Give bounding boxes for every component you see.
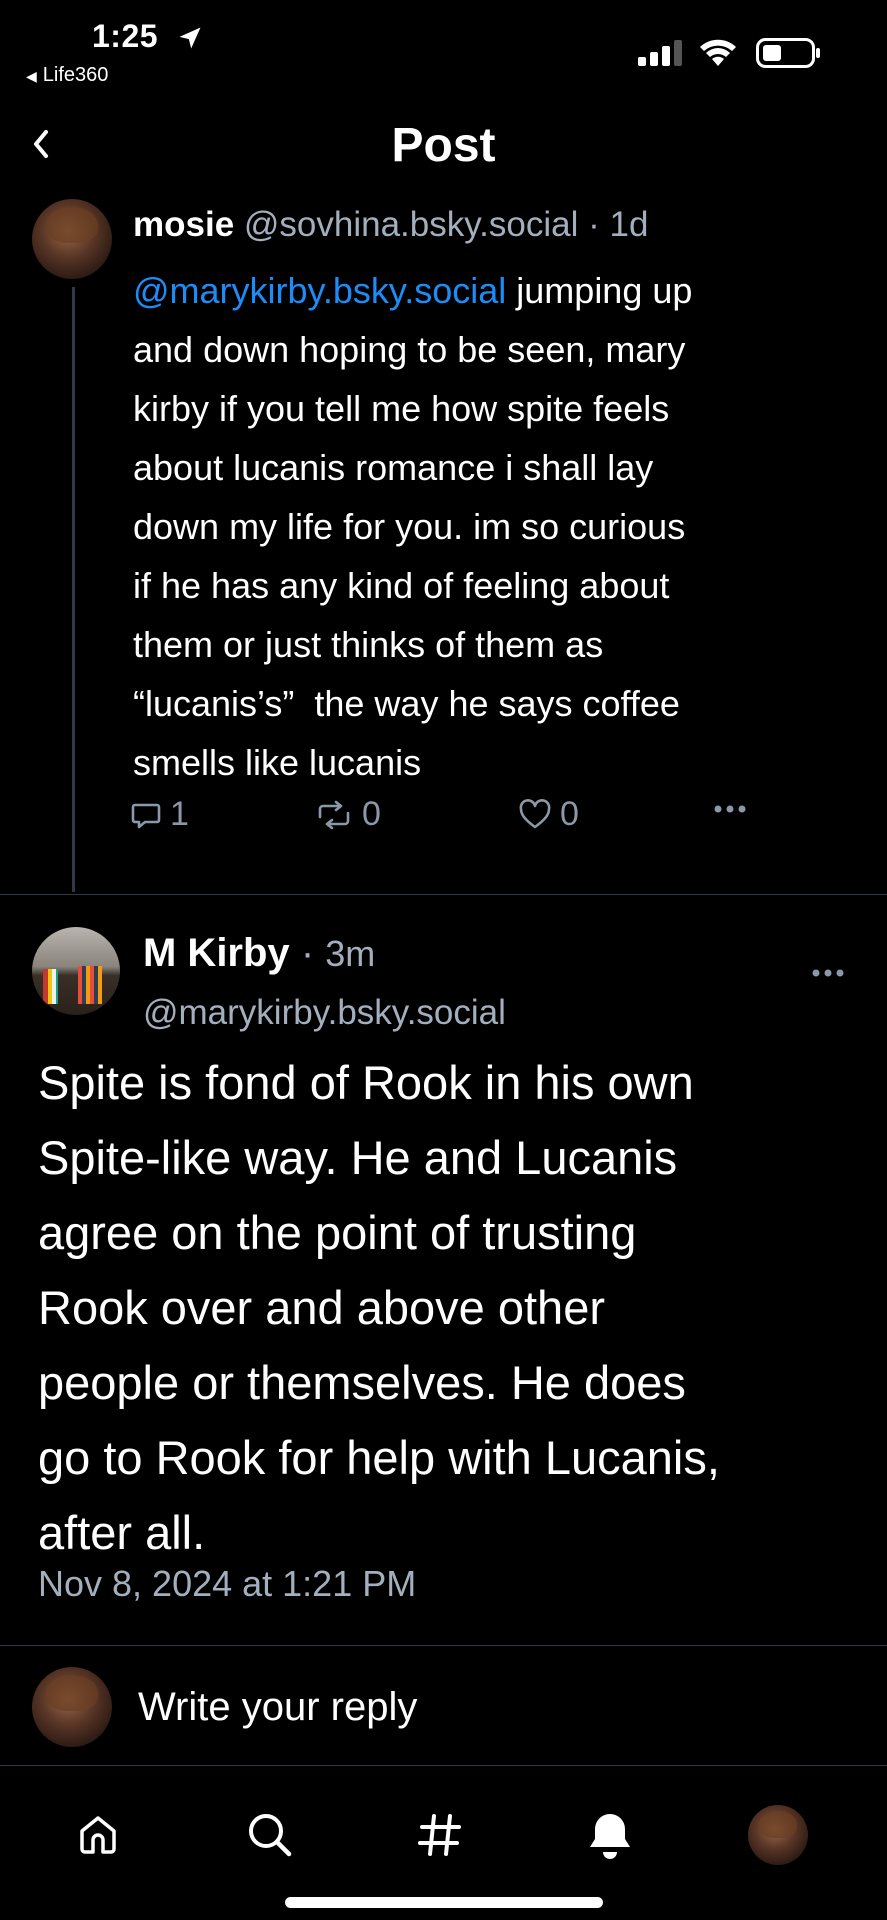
- meta-separator: ·: [588, 205, 600, 244]
- author-display-name[interactable]: M Kirby: [143, 931, 290, 975]
- post-age: 3m: [325, 933, 376, 974]
- reply-button[interactable]: 1: [130, 795, 189, 834]
- like-button[interactable]: 0: [518, 795, 579, 834]
- wifi-icon: [700, 39, 736, 66]
- post-text-line: jumping up: [506, 270, 693, 311]
- post-text-line: Spite-like way. He and Lucanis: [38, 1131, 678, 1184]
- repost-icon: [318, 800, 350, 829]
- author-display-name[interactable]: mosie: [133, 205, 234, 244]
- post-text: @marykirby.bsky.social jumping up and do…: [133, 261, 853, 792]
- profile-avatar: [748, 1805, 808, 1865]
- avatar[interactable]: [32, 927, 120, 1015]
- hashtag-icon: [418, 1814, 461, 1856]
- post-text-line: after all.: [38, 1506, 206, 1559]
- search-icon: [249, 1814, 292, 1857]
- post-text-line: Rook over and above other: [38, 1281, 605, 1334]
- avatar[interactable]: [32, 199, 112, 279]
- home-icon: [80, 1816, 116, 1854]
- page-title: Post: [391, 119, 496, 172]
- reply-icon: [131, 803, 161, 828]
- post-text-line: down my life for you. im so curious: [133, 506, 686, 547]
- post-text-line: agree on the point of trusting: [38, 1206, 637, 1259]
- meta-separator: ·: [300, 931, 315, 975]
- post-text-line: about lucanis romance i shall lay: [133, 447, 654, 488]
- like-count: 0: [560, 795, 579, 833]
- post-text-line: Spite is fond of Rook in his own: [38, 1056, 694, 1109]
- post-text-line: if he has any kind of feeling about: [133, 565, 670, 606]
- notifications-icon: [590, 1814, 630, 1859]
- post-text-line: people or themselves. He does: [38, 1356, 686, 1409]
- post-timestamp: Nov 8, 2024 at 1:21 PM: [38, 1563, 417, 1604]
- more-options-button[interactable]: [710, 789, 758, 829]
- heart-icon: [519, 798, 551, 828]
- parent-post[interactable]: mosie @sovhina.bsky.social · 1d @marykir…: [0, 195, 887, 895]
- nav-home[interactable]: [68, 1805, 128, 1865]
- battery-icon: [756, 38, 820, 68]
- post-author[interactable]: M Kirby · 3m: [143, 931, 375, 976]
- post-text-line: go to Rook for help with Lucanis,: [38, 1431, 720, 1484]
- location-arrow-icon: [179, 27, 201, 49]
- avatar: [32, 1667, 112, 1747]
- author-handle[interactable]: @sovhina.bsky.social: [244, 205, 578, 244]
- thread-line: [72, 287, 75, 892]
- nav-profile[interactable]: [748, 1805, 808, 1865]
- main-post: M Kirby · 3m @marykirby.bsky.social Spit…: [0, 895, 887, 1645]
- more-options-icon[interactable]: [808, 953, 848, 993]
- post-text-line: “lucanis’s” the way he says coffee: [133, 683, 680, 724]
- repost-button[interactable]: 0: [314, 795, 381, 834]
- cellular-signal-icon: [638, 40, 682, 66]
- post-text-line: and down hoping to be seen, mary: [133, 329, 686, 370]
- post-actions: 1 0 0: [130, 795, 850, 845]
- author-handle[interactable]: @marykirby.bsky.social: [143, 993, 506, 1033]
- post-text-line: kirby if you tell me how spite feels: [133, 388, 670, 429]
- nav-feeds[interactable]: [410, 1805, 470, 1865]
- post-text-line: smells like lucanis: [133, 742, 422, 783]
- repost-count: 0: [362, 795, 381, 833]
- back-triangle-icon: ◀: [26, 68, 37, 84]
- nav-search[interactable]: [240, 1805, 300, 1865]
- status-bar: 1:25 ◀ Life360: [0, 0, 887, 100]
- nav-notifications[interactable]: [580, 1805, 640, 1865]
- home-indicator: [285, 1897, 603, 1908]
- reply-input[interactable]: Write your reply: [138, 1685, 417, 1730]
- reply-count: 1: [170, 795, 189, 833]
- post-text: Spite is fond of Rook in his own Spite-l…: [38, 1045, 858, 1570]
- back-app-label: Life360: [42, 64, 109, 86]
- mention-link[interactable]: @marykirby.bsky.social: [133, 270, 506, 311]
- back-to-app-link[interactable]: ◀ Life360: [26, 64, 108, 87]
- more-dots-icon: [714, 805, 746, 813]
- post-text-line: them or just thinks of them as: [133, 624, 604, 665]
- page-header: Post: [0, 100, 887, 190]
- post-author[interactable]: mosie @sovhina.bsky.social · 1d: [133, 205, 648, 245]
- status-time: 1:25: [92, 18, 159, 54]
- post-age: 1d: [609, 205, 649, 244]
- reply-composer[interactable]: Write your reply: [0, 1645, 887, 1765]
